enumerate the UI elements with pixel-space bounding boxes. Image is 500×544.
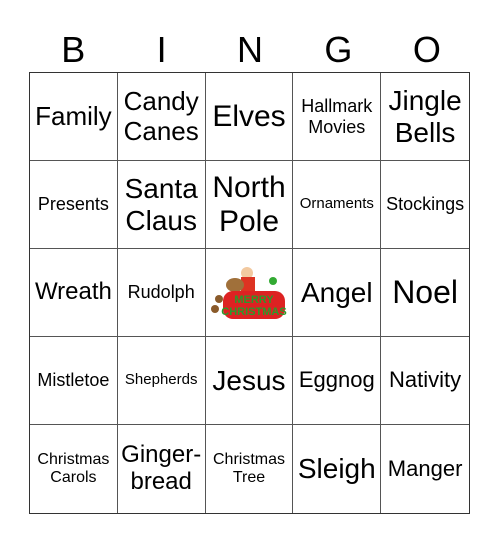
header-letter-i: I	[156, 29, 167, 70]
bingo-cell[interactable]: North Pole	[205, 161, 294, 249]
cell-label: Shepherds	[124, 371, 198, 389]
bingo-cell[interactable]: Stockings	[381, 161, 469, 249]
bingo-cell[interactable]: Manger	[381, 425, 469, 513]
bingo-cell[interactable]: Jingle Bells	[381, 73, 469, 161]
bingo-cell[interactable]: Candy Canes	[117, 73, 206, 161]
cell-label: Nativity	[389, 367, 462, 393]
cell-label: Wreath	[34, 278, 112, 306]
bingo-cell[interactable]: Angel	[293, 249, 382, 337]
bingo-cell[interactable]: Mistletoe	[30, 337, 118, 425]
cell-label: Jesus	[212, 364, 286, 396]
bingo-cell[interactable]: Santa Claus	[117, 161, 206, 249]
bingo-cell[interactable]: Christmas Tree	[206, 425, 294, 513]
cell-label: North Pole	[212, 170, 286, 238]
cell-label: Mistletoe	[37, 370, 110, 391]
cell-label: Manger	[387, 455, 463, 481]
cell-label: Noel	[392, 273, 458, 310]
bingo-header: B I N G O	[29, 28, 471, 72]
bingo-grid: Family Candy Canes Elves Hallmark Movies Jingl…	[29, 72, 470, 514]
bingo-cell[interactable]: Eggnog	[293, 337, 382, 425]
cell-label: Ornaments	[299, 195, 374, 213]
bingo-cell[interactable]: Nativity	[381, 337, 469, 425]
cell-label: Christmas Carols	[37, 451, 110, 486]
header-letter-b: B	[61, 29, 86, 70]
cell-label: Elves	[212, 99, 286, 133]
svg-text:CHRISTMAS: CHRISTMAS	[221, 306, 286, 318]
header-letter-o: O	[412, 29, 441, 70]
cell-label: Rudolph	[127, 282, 195, 303]
cell-label: Eggnog	[298, 367, 375, 393]
cell-label: Ginger-bread	[121, 441, 202, 495]
header-letter-n: N	[237, 29, 264, 70]
bingo-cell[interactable]: Rudolph	[117, 249, 206, 337]
cell-label: Candy Canes	[123, 86, 199, 146]
bingo-cell[interactable]: Ginger-bread	[118, 425, 206, 513]
bingo-cell[interactable]: Ornaments	[293, 161, 382, 249]
bingo-cell[interactable]: Presents	[30, 161, 118, 249]
bingo-cell[interactable]: Hallmark Movies	[293, 73, 382, 161]
header-letter-g: G	[324, 29, 353, 70]
bingo-cell[interactable]: Noel	[381, 249, 469, 337]
cell-label: Stockings	[386, 194, 465, 215]
cell-label: Sleigh	[297, 453, 376, 485]
cell-label: Family	[35, 100, 112, 131]
svg-text:MERRY: MERRY	[234, 294, 274, 306]
bingo-cell[interactable]: Sleigh	[293, 425, 382, 513]
bingo-cell[interactable]: Wreath	[30, 249, 118, 337]
cell-label: Christmas Tree	[212, 451, 285, 486]
merry-christmas-santa-icon: MERRYCHRISTMAS	[210, 266, 287, 319]
bingo-cell[interactable]: Shepherds	[117, 337, 206, 425]
cell-label: Jingle Bells	[388, 85, 462, 148]
cell-label: Hallmark Movies	[301, 96, 373, 137]
bingo-cell[interactable]: Christmas Carols	[30, 425, 118, 513]
cell-label: Santa Claus	[124, 173, 198, 236]
bingo-cell[interactable]: Family	[30, 73, 118, 161]
cell-label: Presents	[37, 194, 109, 215]
cell-label: Angel	[300, 276, 373, 308]
free-space-cell[interactable]: MERRY CHRISTMAS	[205, 249, 294, 337]
bingo-cell[interactable]: Elves	[205, 73, 294, 161]
bingo-cell[interactable]: Jesus	[205, 337, 294, 425]
